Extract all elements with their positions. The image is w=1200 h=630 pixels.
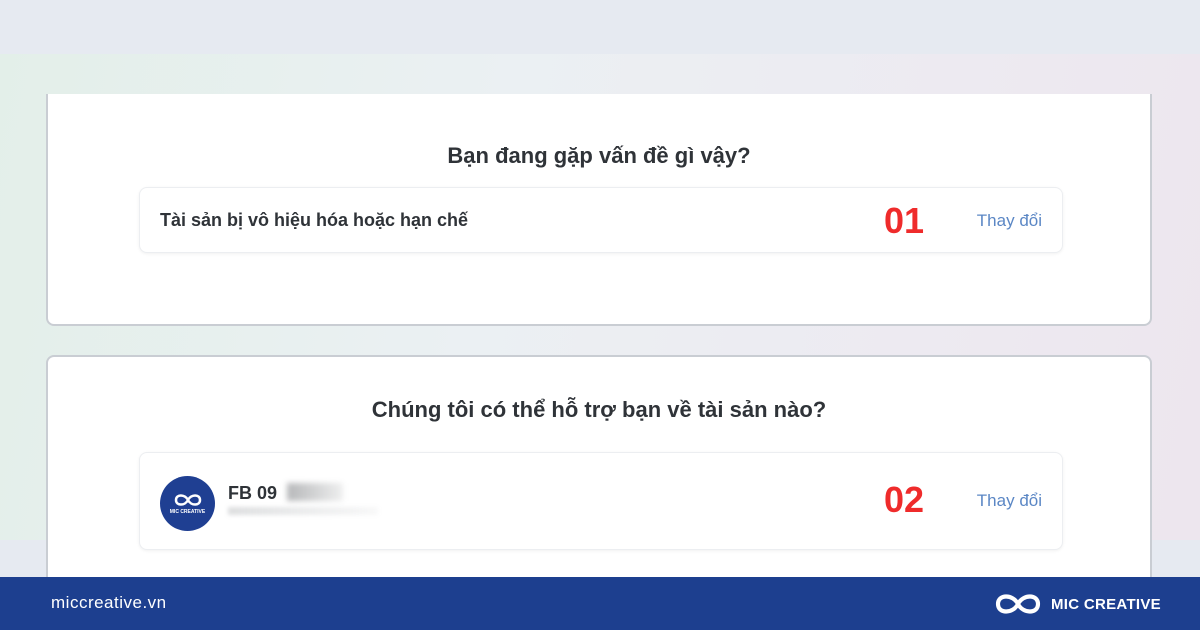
brand-name: MIC CREATIVE	[1051, 595, 1161, 613]
asset-card: Chúng tôi có thể hỗ trợ bạn về tài sản n…	[46, 355, 1152, 589]
content-area: Bạn đang gặp vấn đề gì vậy? Tài sản bị v…	[0, 54, 1200, 589]
infinity-logo-icon	[174, 494, 201, 506]
selected-problem-label: Tài sản bị vô hiệu hóa hoặc hạn chế	[160, 210, 469, 230]
step-number-02: 02	[884, 479, 925, 520]
problem-card: Bạn đang gặp vấn đề gì vậy? Tài sản bị v…	[46, 94, 1152, 326]
avatar-caption: MIC CREATIVE	[169, 509, 206, 515]
asset-name: FB 09	[228, 483, 278, 503]
step-number-01: 01	[884, 200, 925, 241]
asset-subtitle-redacted	[228, 507, 378, 515]
asset-name-redacted	[287, 483, 343, 501]
infinity-logo-icon	[995, 594, 1041, 614]
selected-asset-row[interactable]: MIC CREATIVE FB 09 02 Thay đổi	[139, 452, 1063, 550]
top-band	[0, 0, 1200, 54]
footer-bar: miccreative.vn MIC CREATIVE	[0, 577, 1200, 630]
change-asset-link[interactable]: Thay đổi	[977, 491, 1042, 511]
brand-logo: MIC CREATIVE	[993, 589, 1161, 619]
problem-title: Bạn đang gặp vấn đề gì vậy?	[447, 143, 751, 168]
asset-avatar: MIC CREATIVE	[160, 476, 215, 531]
asset-title: Chúng tôi có thể hỗ trợ bạn về tài sản n…	[371, 397, 827, 422]
selected-problem-row[interactable]: Tài sản bị vô hiệu hóa hoặc hạn chế 01 T…	[139, 187, 1063, 253]
footer-website[interactable]: miccreative.vn	[51, 593, 167, 613]
change-problem-link[interactable]: Thay đổi	[977, 211, 1042, 231]
